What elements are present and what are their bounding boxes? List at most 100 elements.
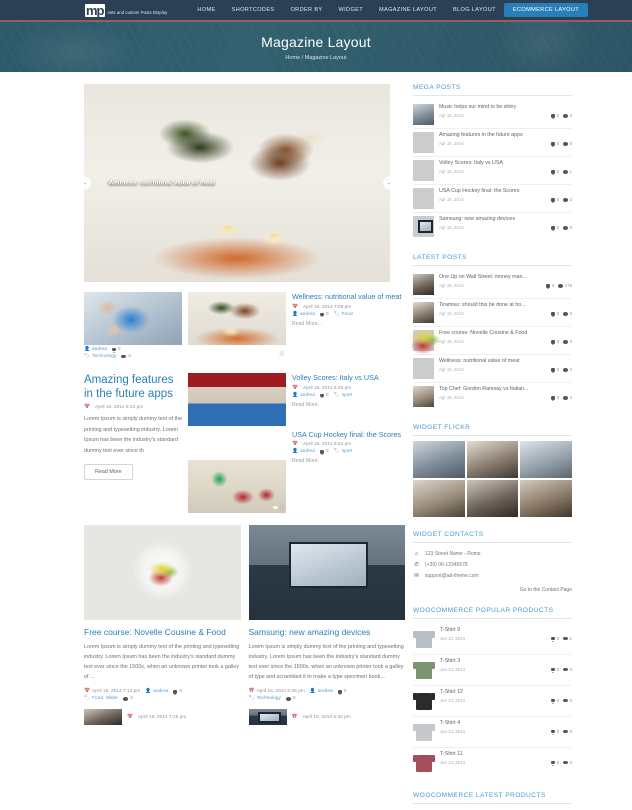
list-item[interactable]: USA Cup Hockey final: the Scores Apr 16,…: [413, 185, 572, 213]
category-name[interactable]: Technology: [257, 696, 281, 701]
flickr-photo[interactable]: [520, 441, 572, 478]
nav-item-blog-layout[interactable]: BLOG LAYOUT: [445, 3, 504, 17]
post-thumbnail[interactable]: [84, 292, 182, 345]
calendar-icon: 📅: [292, 385, 298, 391]
flickr-photo[interactable]: [466, 480, 519, 517]
list-item[interactable]: Wellness: nutritional value of meat Apr …: [413, 355, 572, 383]
post-image[interactable]: [84, 525, 241, 620]
contact-page-link[interactable]: Go to the Contact Page: [413, 587, 572, 593]
author-name[interactable]: andrea: [300, 393, 315, 398]
read-more-link[interactable]: Read More...: [292, 321, 405, 327]
post-title[interactable]: Free course: Novelle Cousine & Food: [84, 627, 241, 638]
post-title[interactable]: USA Cup Hockey final: the Scores: [292, 430, 405, 440]
thumbnail-view-badge: 2: [273, 351, 283, 356]
category-name[interactable]: Technology: [92, 354, 116, 359]
flickr-photo[interactable]: [413, 441, 465, 478]
nav-item-shortcodes[interactable]: SHORTCODES: [224, 3, 283, 17]
item-title[interactable]: Amazing features in the future apps: [439, 132, 572, 138]
comment-icon: [551, 760, 556, 767]
post-thumbnail[interactable]: [248, 709, 287, 726]
post-thumbnail[interactable]: [84, 709, 122, 726]
flickr-photo[interactable]: [466, 441, 519, 478]
post-thumbnail[interactable]: [188, 292, 286, 345]
list-item[interactable]: T-Shirt 11 Jun 13, 2014 0 0: [413, 748, 572, 778]
post-image[interactable]: [248, 525, 405, 620]
post-title[interactable]: Samsung: new amazing devices: [249, 627, 406, 638]
read-more-button[interactable]: Read More: [84, 464, 133, 480]
author-name[interactable]: andrea: [300, 449, 315, 454]
phone-icon: ✆: [414, 561, 419, 568]
item-thumbnail: [413, 386, 434, 407]
list-item[interactable]: Music helps our mind to be shiny Apr 16,…: [413, 101, 572, 129]
featured-slider[interactable]: Wellness: nutritional value of meat ← →: [84, 84, 390, 282]
list-item[interactable]: T-Shirt 9 Jun 13, 2014 0 1: [413, 624, 572, 655]
category-name[interactable]: Food: [342, 312, 353, 317]
author-name[interactable]: andrea: [92, 347, 107, 352]
widget-contacts: WIDGET CONTACTS ⌂ 123 Street Name - Rome…: [413, 531, 572, 593]
post-date-meta: 📅 April 16, 2014 6:36 pm: [249, 689, 305, 694]
category-name[interactable]: Food, Slider: [92, 696, 118, 701]
flickr-photo[interactable]: [413, 480, 465, 517]
views-meta: 0: [285, 696, 296, 701]
email-text[interactable]: support@ad-theme.com: [425, 573, 479, 579]
item-title[interactable]: One Up on Wall Street: money man...: [439, 274, 572, 280]
post-title[interactable]: Wellness: nutritional value of meat: [292, 292, 405, 302]
product-title[interactable]: T-Shirt 11: [440, 751, 572, 757]
item-title[interactable]: Free course: Novelle Cousine & Food: [439, 330, 572, 336]
list-item[interactable]: T-Shirt 3 Jun 13, 2014 0 0: [413, 655, 572, 686]
eye-icon: [273, 505, 279, 510]
nav-item-ecommerce-layout[interactable]: ECOMMERCE LAYOUT: [503, 3, 589, 17]
site-logo[interactable]: mp osts and custom Posts Display: [85, 3, 167, 17]
read-more-link[interactable]: Read More.: [292, 458, 405, 464]
nav-item-home[interactable]: HOME: [189, 3, 223, 17]
item-title[interactable]: USA Cup Hockey final: the Scores: [439, 188, 572, 194]
author-name[interactable]: andrea: [300, 312, 315, 317]
read-more-link[interactable]: Read More.: [292, 402, 405, 408]
contact-address: ⌂ 123 Street Name - Rome: [413, 548, 572, 559]
author-name[interactable]: andrea: [153, 689, 168, 694]
post-title[interactable]: Volley Scores: Italy vs USA: [292, 373, 405, 383]
list-item[interactable]: One Up on Wall Street: money man... Apr …: [413, 271, 572, 299]
category-name[interactable]: sport: [342, 393, 353, 398]
item-title[interactable]: Samsung: new amazing devices: [439, 216, 572, 222]
list-item[interactable]: Free course: Novelle Cousine & Food Apr …: [413, 327, 572, 355]
nav-item-order-by[interactable]: ORDER BY: [282, 3, 330, 17]
product-title[interactable]: T-Shirt 9: [440, 627, 572, 633]
item-title[interactable]: Wellness: nutritional value of meat: [439, 358, 572, 364]
list-item[interactable]: Volley Scores: Italy vs USA Apr 16, 2014…: [413, 157, 572, 185]
nav-item-widget[interactable]: WIDGET: [331, 3, 371, 17]
list-item[interactable]: Samsung: new amazing devices Apr 16, 201…: [413, 213, 572, 240]
post-row-3: Free course: Novelle Cousine & Food Lore…: [84, 525, 406, 726]
nav-item-magazine-layout[interactable]: MAGAZINE LAYOUT: [371, 3, 445, 17]
product-thumbnail: [413, 751, 435, 775]
post-title[interactable]: Amazing features in the future apps: [84, 373, 182, 402]
comment-meta: 0: [551, 395, 559, 402]
item-title[interactable]: Volley Scores: Italy vs USA: [439, 160, 572, 166]
item-title[interactable]: Top Chef: Gordon Ramsay vs Italian...: [439, 386, 572, 392]
slider-next-arrow-icon[interactable]: →: [383, 176, 390, 190]
list-item[interactable]: Top Chef: Gordon Ramsay vs Italian... Ap…: [413, 383, 572, 410]
list-item[interactable]: T-Shirt 12 Jun 13, 2014 0 0: [413, 686, 572, 717]
comment-icon: [319, 393, 324, 399]
product-title[interactable]: T-Shirt 4: [440, 720, 572, 726]
product-title[interactable]: T-Shirt 12: [440, 689, 572, 695]
comment-meta: 0: [551, 339, 559, 346]
list-item[interactable]: Amazing features in the future apps Apr …: [413, 129, 572, 157]
comment-count: 0: [556, 667, 560, 672]
eye-icon: [563, 368, 569, 372]
post-thumbnail-volley[interactable]: [188, 373, 286, 426]
category-name[interactable]: sport: [342, 449, 353, 454]
comment-icon: [551, 368, 556, 374]
contact-phone: ✆ (+39) 06-12345678: [413, 559, 572, 570]
comment-icon: [551, 114, 556, 120]
list-item[interactable]: T-Shirt 4 Jun 13, 2014 0 0: [413, 717, 572, 748]
item-title[interactable]: Tiramisu: should this be done at ho...: [439, 302, 572, 308]
flickr-photo[interactable]: [520, 480, 572, 517]
post-thumbnail-hockey[interactable]: [188, 460, 286, 513]
eye-icon: [122, 697, 128, 701]
product-title[interactable]: T-Shirt 3: [440, 658, 572, 664]
author-name[interactable]: andrea: [318, 689, 333, 694]
item-title[interactable]: Music helps our mind to be shiny: [439, 104, 572, 110]
item-date: Apr 16, 2014: [439, 225, 464, 231]
category-meta: 🏷 Technology: [84, 354, 116, 359]
